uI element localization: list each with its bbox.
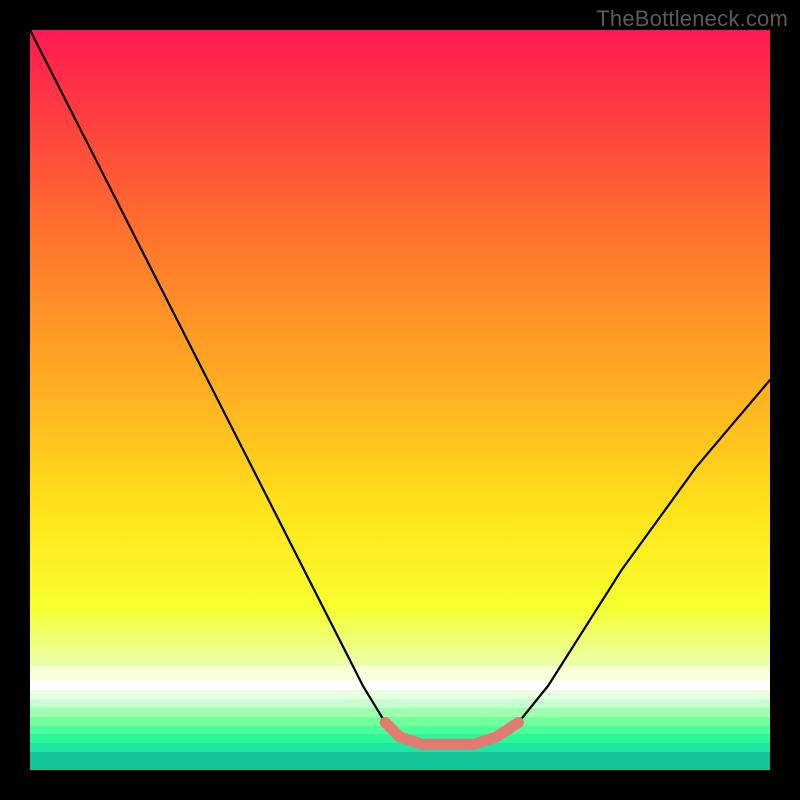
watermark-text: TheBottleneck.com bbox=[596, 6, 788, 32]
plot-area bbox=[30, 30, 770, 770]
chart-frame: TheBottleneck.com bbox=[0, 0, 800, 800]
bottleneck-curve bbox=[30, 30, 770, 744]
optimal-zone-highlight bbox=[385, 723, 518, 745]
curve-layer bbox=[30, 30, 770, 770]
